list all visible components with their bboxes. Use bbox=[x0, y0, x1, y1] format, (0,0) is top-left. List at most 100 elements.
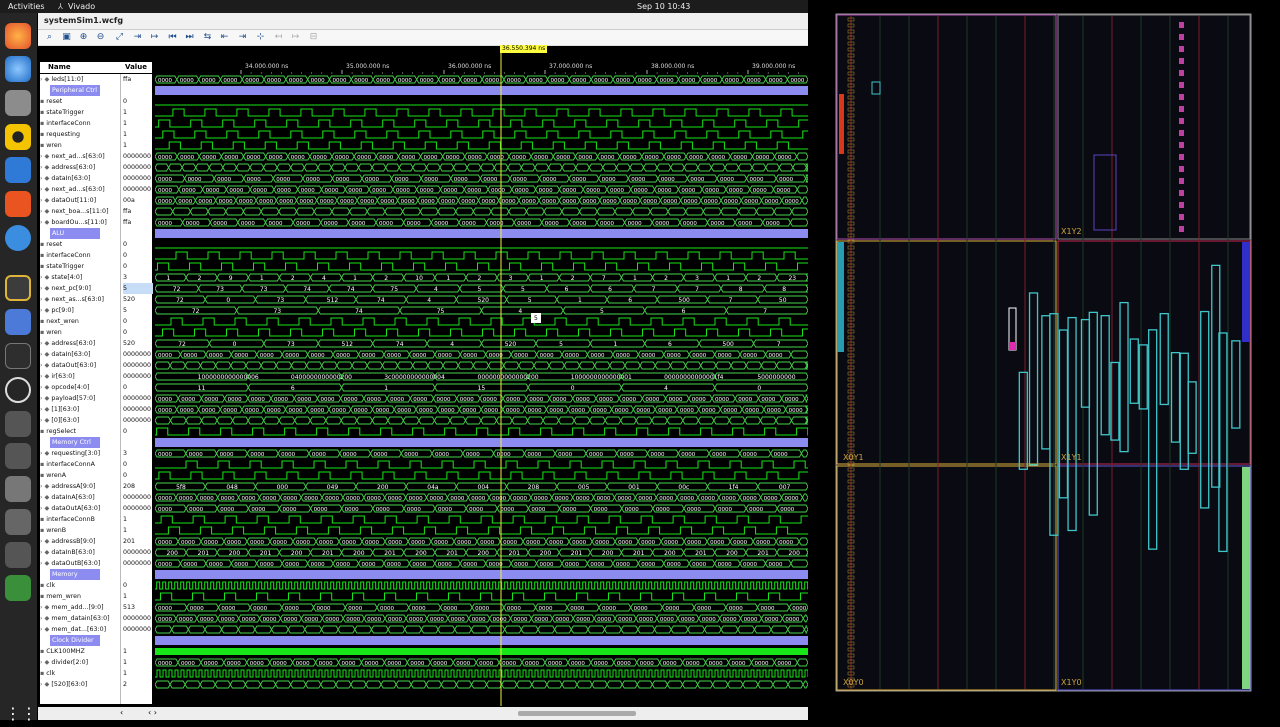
expand-chevron-icon[interactable]: › ◆ bbox=[40, 307, 51, 314]
zoom-in-icon[interactable]: ⊕ bbox=[78, 32, 89, 43]
signal-name[interactable]: › ◆ dataIn[63:0] bbox=[40, 349, 90, 360]
signal-group[interactable]: Peripheral Ctrl bbox=[50, 85, 100, 96]
signal-name[interactable]: › ◆ address[63:0] bbox=[40, 162, 95, 173]
expand-chevron-icon[interactable]: › ◆ bbox=[40, 153, 51, 160]
signal-name[interactable]: › ◆ next_ad...s[63:0] bbox=[40, 151, 105, 162]
signal-name[interactable]: ▪ wren bbox=[40, 140, 62, 151]
app-menu[interactable]: Vivado bbox=[68, 2, 95, 11]
go-to-start-icon[interactable]: ⏮ bbox=[167, 32, 178, 43]
expand-chevron-icon[interactable]: › ◆ bbox=[40, 659, 51, 666]
expand-chevron-icon[interactable]: › ◆ bbox=[40, 560, 51, 567]
signal-name[interactable]: › ◆ dataInB[63:0] bbox=[40, 547, 95, 558]
signal-name[interactable]: › ◆ dataInA[63:0] bbox=[40, 492, 95, 503]
signal-group[interactable]: Memory bbox=[50, 569, 100, 580]
signal-name[interactable]: › ◆ dataIn[63:0] bbox=[40, 173, 90, 184]
signal-name[interactable]: ▪ clk bbox=[40, 580, 55, 591]
signal-name[interactable]: ▪ CLK100MHZ bbox=[40, 646, 85, 657]
expand-chevron-icon[interactable]: › ◆ bbox=[40, 604, 51, 611]
scroll-left-arrow[interactable]: ‹ bbox=[120, 708, 123, 717]
signal-name[interactable]: ▪ reset bbox=[40, 96, 62, 107]
expand-chevron-icon[interactable]: › ◆ bbox=[40, 164, 51, 171]
files-icon[interactable] bbox=[5, 90, 31, 116]
usb-drive-icon[interactable] bbox=[5, 542, 31, 568]
expand-chevron-icon[interactable]: › ◆ bbox=[40, 681, 51, 688]
signal-name[interactable]: › ◆ leds[11:0] bbox=[40, 74, 83, 85]
expand-chevron-icon[interactable]: › ◆ bbox=[40, 417, 51, 424]
signal-name[interactable]: ▪ wren bbox=[40, 327, 62, 338]
thunderbird-icon[interactable] bbox=[5, 56, 31, 82]
signal-name[interactable]: › ◆ dataOutA[63:0] bbox=[40, 503, 100, 514]
signal-group[interactable]: Clock Divider bbox=[50, 635, 100, 646]
expand-chevron-icon[interactable]: › ◆ bbox=[40, 285, 51, 292]
prev-marker-icon[interactable]: ↤ bbox=[273, 32, 284, 43]
terminal-icon[interactable] bbox=[5, 343, 31, 369]
expand-chevron-icon[interactable]: › ◆ bbox=[40, 373, 51, 380]
signal-name[interactable]: ▪ next_wren bbox=[40, 316, 79, 327]
signal-name[interactable]: › ◆ addressB[9:0] bbox=[40, 536, 95, 547]
expand-chevron-icon[interactable]: › ◆ bbox=[40, 615, 51, 622]
signal-name[interactable]: › ◆ next_boa...s[11:0] bbox=[40, 206, 109, 217]
snap-icon[interactable]: ⊟ bbox=[308, 32, 319, 43]
signal-name[interactable]: › ◆ addressA[9:0] bbox=[40, 481, 95, 492]
show-apps-icon[interactable]: ⋮⋮ bbox=[5, 701, 37, 727]
clock[interactable]: Sep 10 10:43 bbox=[637, 2, 690, 11]
firefox-icon[interactable] bbox=[5, 23, 31, 49]
expand-chevron-icon[interactable]: › ◆ bbox=[40, 538, 51, 545]
next-transition-icon[interactable]: ⇥ bbox=[237, 32, 248, 43]
signal-name[interactable]: › ◆ mem_datain[63:0] bbox=[40, 613, 110, 624]
marker-icon[interactable]: ↦ bbox=[149, 32, 160, 43]
expand-chevron-icon[interactable]: › ◆ bbox=[40, 483, 51, 490]
expand-chevron-icon[interactable]: › ◆ bbox=[40, 76, 51, 83]
goto-cursor-icon[interactable]: ⇥ bbox=[132, 32, 143, 43]
signal-name[interactable]: ▪ reset bbox=[40, 239, 62, 250]
expand-chevron-icon[interactable]: › ◆ bbox=[40, 340, 51, 347]
activities-button[interactable]: Activities bbox=[8, 2, 45, 11]
expand-chevron-icon[interactable]: › ◆ bbox=[40, 362, 51, 369]
expand-chevron-icon[interactable]: › ◆ bbox=[40, 274, 51, 281]
expand-chevron-icon[interactable]: › ◆ bbox=[40, 549, 51, 556]
prev-transition-icon[interactable]: ⇤ bbox=[219, 32, 230, 43]
usb-drive-icon[interactable] bbox=[5, 443, 31, 469]
help-icon[interactable] bbox=[5, 225, 31, 251]
expand-chevron-icon[interactable]: › ◆ bbox=[40, 208, 51, 215]
signal-name[interactable]: ▪ interfaceConnA bbox=[40, 459, 95, 470]
signal-group[interactable]: ALU bbox=[50, 228, 100, 239]
signal-name[interactable]: ▪ wrenB bbox=[40, 525, 66, 536]
expand-chevron-icon[interactable]: › ◆ bbox=[40, 175, 51, 182]
signal-name[interactable]: › ◆ pc[9:0] bbox=[40, 305, 74, 316]
usb-drive-icon[interactable] bbox=[5, 411, 31, 437]
expand-chevron-icon[interactable]: › ◆ bbox=[40, 197, 51, 204]
text-editor-icon[interactable] bbox=[5, 309, 31, 335]
waveform-area[interactable]: Name Value › ◆ leds[11:0] Peripheral Ctrl… bbox=[38, 45, 808, 720]
signal-name[interactable]: › ◆ payload[57:0] bbox=[40, 393, 95, 404]
signal-name[interactable]: ▪ interfaceConn bbox=[40, 118, 91, 129]
search-icon[interactable]: ⌕ bbox=[44, 32, 55, 43]
signal-name[interactable]: › ◆ [1][63:0] bbox=[40, 404, 79, 415]
next-marker-icon[interactable]: ↦ bbox=[290, 32, 301, 43]
expand-chevron-icon[interactable]: › ◆ bbox=[40, 406, 51, 413]
signal-name[interactable]: › ◆ requesting[3:0] bbox=[40, 448, 100, 459]
expand-chevron-icon[interactable]: › ◆ bbox=[40, 186, 51, 193]
expand-chevron-icon[interactable]: › ◆ bbox=[40, 450, 51, 457]
expand-chevron-icon[interactable]: › ◆ bbox=[40, 384, 51, 391]
signal-name[interactable]: › ◆ [520][63:0] bbox=[40, 679, 87, 690]
scroll-thumb[interactable] bbox=[518, 711, 636, 716]
signal-name[interactable]: ▪ interfaceConnB bbox=[40, 514, 95, 525]
signal-name[interactable]: › ◆ address[63:0] bbox=[40, 338, 95, 349]
signal-name[interactable]: › ◆ dataOut[63:0] bbox=[40, 360, 96, 371]
signal-group[interactable]: Memory Ctrl bbox=[50, 437, 100, 448]
scroll-left-arrow-2[interactable]: ‹ › bbox=[148, 708, 157, 717]
signal-name[interactable]: › ◆ [0][63:0] bbox=[40, 415, 79, 426]
signal-name[interactable]: ▪ mem_wren bbox=[40, 591, 81, 602]
signal-name[interactable]: › ◆ dataOutB[63:0] bbox=[40, 558, 100, 569]
ssd-drive-icon[interactable] bbox=[5, 476, 31, 502]
signal-name[interactable]: › ◆ boardOu...s[11:0] bbox=[40, 217, 107, 228]
device-floorplan[interactable] bbox=[808, 0, 1280, 720]
writer-icon[interactable] bbox=[5, 157, 31, 183]
waveform-canvas[interactable]: 34.000.000 ns 35.000.000 ns 36.000.000 ns 3… bbox=[155, 46, 808, 706]
signal-name[interactable]: › ◆ mem_add...[9:0] bbox=[40, 602, 104, 613]
zoom-out-icon[interactable]: ⊖ bbox=[95, 32, 106, 43]
horizontal-scrollbar[interactable]: ‹ ‹ › bbox=[38, 707, 808, 720]
signal-name[interactable]: ▪ requesting bbox=[40, 129, 80, 140]
signal-name[interactable]: › ◆ dataOut[11:0] bbox=[40, 195, 96, 206]
